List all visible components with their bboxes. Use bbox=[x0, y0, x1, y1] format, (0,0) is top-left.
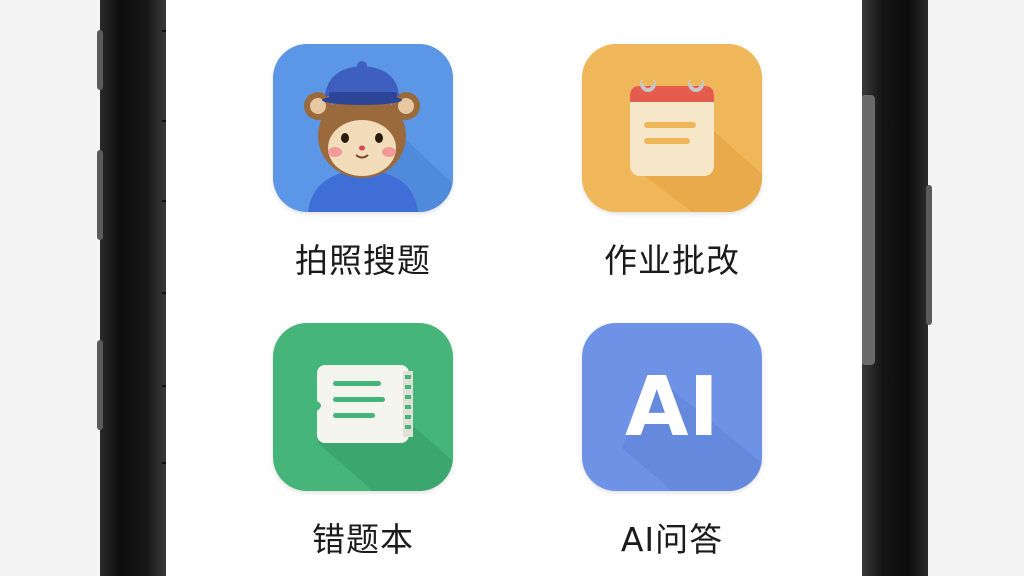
volume-button bbox=[97, 30, 103, 90]
phone-bezel-left bbox=[100, 0, 166, 576]
app-homework-grading[interactable]: 作业批改 bbox=[572, 44, 772, 282]
phone-screen: 拍照搜题 作业批改 错题本 AI AI问答 bbox=[166, 0, 862, 576]
volume-button bbox=[97, 150, 103, 240]
side-button bbox=[926, 185, 932, 325]
app-label: 拍照搜题 bbox=[295, 241, 431, 280]
app-label: 作业批改 bbox=[604, 241, 740, 280]
ai-text-icon: AI bbox=[582, 323, 762, 491]
app-photo-search[interactable]: 拍照搜题 bbox=[263, 44, 463, 282]
app-mistake-notebook[interactable]: 错题本 bbox=[263, 323, 463, 561]
notebook-icon bbox=[273, 323, 453, 491]
monkey-mascot-icon bbox=[273, 44, 453, 212]
notepad-icon bbox=[582, 44, 762, 212]
app-label: AI问答 bbox=[620, 520, 724, 559]
power-button bbox=[861, 95, 875, 365]
app-label: 错题本 bbox=[312, 520, 414, 559]
side-button bbox=[97, 340, 103, 430]
ai-icon-text: AI bbox=[625, 360, 719, 455]
app-ai-qa[interactable]: AI AI问答 bbox=[572, 323, 772, 561]
